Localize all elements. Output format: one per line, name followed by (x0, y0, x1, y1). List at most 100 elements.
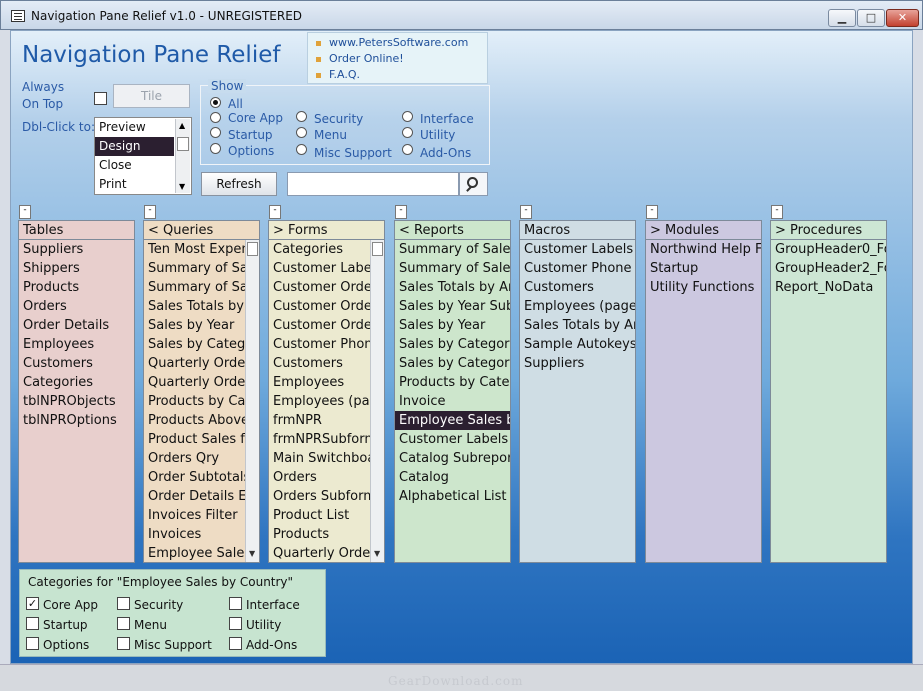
column-header[interactable]: < Reports (395, 221, 510, 240)
column-collapse-handle[interactable]: - (395, 205, 407, 219)
column-list-item[interactable]: Utility Functions (646, 278, 761, 297)
category-checkbox[interactable]: ✓ (26, 597, 39, 610)
column-collapse-handle[interactable]: - (144, 205, 156, 219)
always-on-top-checkbox[interactable] (94, 92, 107, 105)
scroll-down-icon[interactable]: ▼ (374, 549, 380, 558)
column-list-item[interactable]: Invoices Filter (144, 506, 245, 525)
scroll-thumb[interactable] (247, 242, 258, 256)
column-list-item[interactable]: Summary of Sales by Quarter (144, 278, 245, 297)
column-collapse-handle[interactable]: - (269, 205, 281, 219)
column-header[interactable]: < Queries (144, 221, 259, 240)
column-list-item[interactable]: Customers (520, 278, 635, 297)
dbl-click-scrollbar[interactable]: ▲ ▼ (175, 119, 190, 193)
category-checkbox[interactable] (229, 597, 242, 610)
column-header[interactable]: > Forms (269, 221, 384, 240)
column-list-item[interactable]: Products by Category (395, 373, 510, 392)
column-list-item[interactable]: Summary of Sales by Year (144, 259, 245, 278)
dbl-click-option[interactable]: Print (95, 175, 174, 194)
faq-link[interactable]: F.A.Q. (316, 67, 487, 83)
column-list-item[interactable]: Alphabetical List of Products (395, 487, 510, 506)
close-button[interactable]: ✕ (886, 9, 919, 27)
column-collapse-handle[interactable]: - (19, 205, 31, 219)
dbl-click-option-selected[interactable]: Design (95, 137, 174, 156)
column-list-item[interactable]: Customer Phone List (269, 335, 370, 354)
column-list-item[interactable]: Sample Autokeys (520, 335, 635, 354)
column-list-item[interactable]: Sales Totals by Amount (395, 278, 510, 297)
column-list-item[interactable]: Order Details Extended (144, 487, 245, 506)
column-collapse-handle[interactable]: - (646, 205, 658, 219)
column-list-item[interactable]: Customer Orders (269, 278, 370, 297)
column-scrollbar[interactable]: ▼ (245, 240, 259, 562)
column-list-item[interactable]: Summary of Sales by Year (395, 240, 510, 259)
dbl-click-listbox[interactable]: Preview Design Close Print ▲ ▼ (94, 117, 192, 195)
column-list-item[interactable]: Products Above Average Price (144, 411, 245, 430)
tile-button[interactable]: Tile (113, 84, 190, 108)
show-options-radio[interactable] (210, 143, 221, 154)
search-input[interactable] (287, 172, 459, 196)
column-list-item[interactable]: Invoice (395, 392, 510, 411)
column-list-item[interactable]: Report_NoData (771, 278, 886, 297)
column-list-item[interactable]: Sales by Year (395, 316, 510, 335)
refresh-button[interactable]: Refresh (201, 172, 277, 196)
column-list-item[interactable]: tblNPRObjects (19, 392, 134, 411)
scroll-thumb[interactable] (177, 137, 189, 151)
column-list-item[interactable]: Catalog (395, 468, 510, 487)
column-header[interactable]: > Modules (646, 221, 761, 240)
column-list-item[interactable]: Products by Category (144, 392, 245, 411)
column-list-item[interactable]: Employee Sales by Country (395, 411, 510, 430)
category-checkbox[interactable] (117, 617, 130, 630)
column-list-item[interactable]: Customer Phone List (520, 259, 635, 278)
show-core-app-radio[interactable] (210, 112, 221, 123)
column-list-item[interactable]: Sales by Category (395, 335, 510, 354)
column-scrollbar[interactable]: ▼ (370, 240, 384, 562)
category-checkbox[interactable] (26, 617, 39, 630)
column-header[interactable]: Tables (19, 221, 134, 240)
column-list-item[interactable]: Orders (269, 468, 370, 487)
column-list-item[interactable]: Customers (19, 354, 134, 373)
category-checkbox[interactable] (229, 617, 242, 630)
category-checkbox[interactable] (26, 637, 39, 650)
column-list-item[interactable]: Customer Orders Subform2 (269, 316, 370, 335)
column-list-item[interactable]: Employee Sales by Country (144, 544, 245, 562)
column-list-item[interactable]: frmNPRSubform (269, 430, 370, 449)
show-misc-support-radio[interactable] (296, 144, 307, 155)
column-list-item[interactable]: tblNPROptions (19, 411, 134, 430)
column-list-item[interactable]: GroupHeader0_Format (771, 240, 886, 259)
column-list-item[interactable]: Products (19, 278, 134, 297)
column-header[interactable]: > Procedures (771, 221, 886, 240)
column-list-item[interactable]: Main Switchboard (269, 449, 370, 468)
column-header[interactable]: Macros (520, 221, 635, 240)
column-list-item[interactable]: Suppliers (19, 240, 134, 259)
column-list-item[interactable]: Sales by Category Subreport (395, 354, 510, 373)
category-checkbox[interactable] (117, 637, 130, 650)
column-list-item[interactable]: Product List (269, 506, 370, 525)
column-list-item[interactable]: Invoices (144, 525, 245, 544)
column-list-item[interactable]: Customer Labels Dialog (269, 259, 370, 278)
column-list-item[interactable]: Sales by Year Subreport (395, 297, 510, 316)
show-add-ons-radio[interactable] (402, 144, 413, 155)
show-startup-radio[interactable] (210, 127, 221, 138)
minimize-button[interactable]: ▁ (828, 9, 856, 27)
column-list-item[interactable]: Employees (page break) (269, 392, 370, 411)
column-list-item[interactable]: Quarterly Orders (269, 544, 370, 562)
scroll-thumb[interactable] (372, 242, 383, 256)
column-list-item[interactable]: Ten Most Expensive Products (144, 240, 245, 259)
show-security-radio[interactable] (296, 111, 307, 122)
column-list-item[interactable]: frmNPR (269, 411, 370, 430)
category-checkbox[interactable] (117, 597, 130, 610)
column-list-item[interactable]: Order Subtotals (144, 468, 245, 487)
show-menu-radio[interactable] (296, 127, 307, 138)
show-utility-radio[interactable] (402, 127, 413, 138)
column-list-item[interactable]: GroupHeader2_Format (771, 259, 886, 278)
column-list-item[interactable]: Customers (269, 354, 370, 373)
column-list-item[interactable]: Summary of Sales by Quarter (395, 259, 510, 278)
column-list-item[interactable]: Employees (page break) (520, 297, 635, 316)
app-icon[interactable] (11, 10, 25, 22)
category-checkbox[interactable] (229, 637, 242, 650)
column-list-item[interactable]: Catalog Subreport (395, 449, 510, 468)
column-list-item[interactable]: Customer Orders Subform1 (269, 297, 370, 316)
column-list-item[interactable]: Customer Labels (395, 430, 510, 449)
column-list-item[interactable]: Employees (19, 335, 134, 354)
column-list-item[interactable]: Sales by Year (144, 316, 245, 335)
column-list-item[interactable]: Employees (269, 373, 370, 392)
